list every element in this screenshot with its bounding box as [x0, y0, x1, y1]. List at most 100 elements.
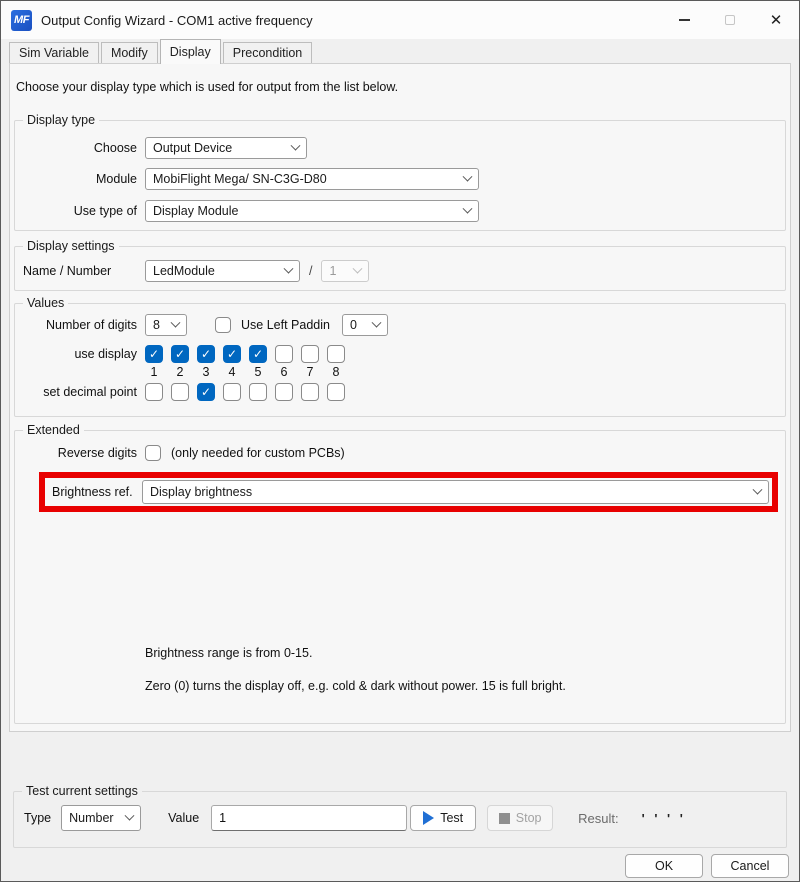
result-value: ' ' ' ' — [642, 811, 686, 826]
brightness-info-line1: Brightness range is from 0-15. — [145, 646, 785, 660]
choose-label: Choose — [15, 141, 137, 155]
set-decimal-point-label: set decimal point — [15, 385, 137, 399]
play-icon — [423, 811, 434, 825]
maximize-button — [707, 1, 753, 39]
display-name-value: LedModule — [153, 264, 279, 278]
brightness-ref-label: Brightness ref. — [52, 485, 142, 499]
module-select[interactable]: MobiFlight Mega/ SN-C3G-D80 — [145, 168, 479, 190]
separator-slash: / — [309, 264, 312, 278]
group-legend: Extended — [23, 423, 84, 437]
chevron-down-icon — [372, 317, 382, 327]
digits-value: 8 — [153, 318, 166, 332]
stop-button: Stop — [487, 805, 553, 831]
digit-checkbox[interactable] — [249, 383, 267, 401]
digit-checkbox[interactable] — [145, 345, 163, 363]
chevron-down-icon — [753, 484, 763, 494]
digit-checkbox[interactable] — [301, 383, 319, 401]
digit-number-label: 2 — [171, 365, 189, 379]
chevron-down-icon — [463, 203, 473, 213]
tab-sim-variable[interactable]: Sim Variable — [9, 42, 99, 63]
chevron-down-icon — [125, 810, 135, 820]
use-type-select[interactable]: Display Module — [145, 200, 479, 222]
test-settings-group: Test current settings Type Number Value … — [13, 791, 787, 848]
digit-numbers: 12345678 — [145, 365, 785, 379]
chevron-down-icon — [463, 171, 473, 181]
digit-number-label: 5 — [249, 365, 267, 379]
digit-number-label: 6 — [275, 365, 293, 379]
reverse-digits-label: Reverse digits — [15, 446, 137, 460]
digit-checkbox[interactable] — [223, 345, 241, 363]
use-display-checkboxes — [145, 345, 345, 363]
digit-checkbox[interactable] — [327, 345, 345, 363]
cancel-button[interactable]: Cancel — [711, 854, 789, 878]
use-type-value: Display Module — [153, 204, 458, 218]
tab-modify[interactable]: Modify — [101, 42, 158, 63]
brightness-ref-value: Display brightness — [150, 485, 748, 499]
left-padding-select[interactable]: 0 — [342, 314, 388, 336]
display-number-value: 1 — [329, 264, 348, 278]
use-type-label: Use type of — [15, 204, 137, 218]
stop-button-label: Stop — [516, 811, 542, 825]
minimize-icon — [679, 19, 690, 20]
number-of-digits-select[interactable]: 8 — [145, 314, 187, 336]
tab-bar: Sim Variable Modify Display Precondition — [1, 39, 799, 63]
minimize-button[interactable] — [661, 1, 707, 39]
values-group: Values Number of digits 8 Use Left Paddi… — [14, 303, 786, 417]
window-title: Output Config Wizard - COM1 active frequ… — [41, 13, 661, 28]
display-number-select: 1 — [321, 260, 369, 282]
number-of-digits-label: Number of digits — [15, 318, 137, 332]
module-value: MobiFlight Mega/ SN-C3G-D80 — [153, 172, 458, 186]
reverse-digits-checkbox[interactable] — [145, 445, 161, 461]
type-label: Type — [24, 811, 51, 825]
test-value-input[interactable] — [211, 805, 407, 831]
group-legend: Display type — [23, 113, 99, 127]
digit-checkbox[interactable] — [197, 345, 215, 363]
digit-checkbox[interactable] — [171, 345, 189, 363]
digit-number-label: 3 — [197, 365, 215, 379]
display-name-select[interactable]: LedModule — [145, 260, 300, 282]
brightness-highlight-annotation: Brightness ref. Display brightness — [39, 472, 778, 512]
result-label: Result: — [578, 811, 618, 826]
group-legend: Display settings — [23, 239, 119, 253]
window-controls — [661, 1, 799, 39]
digit-checkbox[interactable] — [223, 383, 241, 401]
display-tab-page: Choose your display type which is used f… — [9, 63, 791, 732]
digit-checkbox[interactable] — [275, 383, 293, 401]
use-left-padding-checkbox[interactable] — [215, 317, 231, 333]
decimal-point-checkboxes — [145, 383, 345, 401]
digit-checkbox[interactable] — [145, 383, 163, 401]
maximize-icon — [725, 15, 735, 25]
use-display-label: use display — [15, 347, 137, 361]
brightness-info-line2: Zero (0) turns the display off, e.g. col… — [145, 679, 785, 693]
dialog-footer: OK Cancel — [625, 854, 789, 878]
digit-number-label: 7 — [301, 365, 319, 379]
digit-number-label: 8 — [327, 365, 345, 379]
group-legend: Values — [23, 296, 68, 310]
digit-checkbox[interactable] — [171, 383, 189, 401]
tab-display[interactable]: Display — [160, 39, 221, 64]
chevron-down-icon — [291, 140, 301, 150]
extended-group: Extended Reverse digits (only needed for… — [14, 430, 786, 724]
ok-button[interactable]: OK — [625, 854, 703, 878]
tab-precondition[interactable]: Precondition — [223, 42, 313, 63]
mobiflight-logo-icon: MF — [11, 10, 32, 31]
brightness-ref-select[interactable]: Display brightness — [142, 480, 769, 504]
chevron-down-icon — [353, 263, 363, 273]
display-type-value: Output Device — [153, 141, 286, 155]
test-button[interactable]: Test — [410, 805, 476, 831]
display-type-select[interactable]: Output Device — [145, 137, 307, 159]
digit-checkbox[interactable] — [301, 345, 319, 363]
reverse-digits-hint: (only needed for custom PCBs) — [171, 446, 345, 460]
test-type-select[interactable]: Number — [61, 805, 141, 831]
digit-number-label: 4 — [223, 365, 241, 379]
name-number-label: Name / Number — [15, 264, 137, 278]
digit-checkbox[interactable] — [275, 345, 293, 363]
digit-checkbox[interactable] — [197, 383, 215, 401]
group-legend: Test current settings — [22, 784, 142, 798]
title-bar: MF Output Config Wizard - COM1 active fr… — [1, 1, 799, 39]
digit-checkbox[interactable] — [327, 383, 345, 401]
module-label: Module — [15, 172, 137, 186]
display-type-group: Display type Choose Output Device Module… — [14, 120, 786, 231]
close-button[interactable] — [753, 1, 799, 39]
digit-checkbox[interactable] — [249, 345, 267, 363]
